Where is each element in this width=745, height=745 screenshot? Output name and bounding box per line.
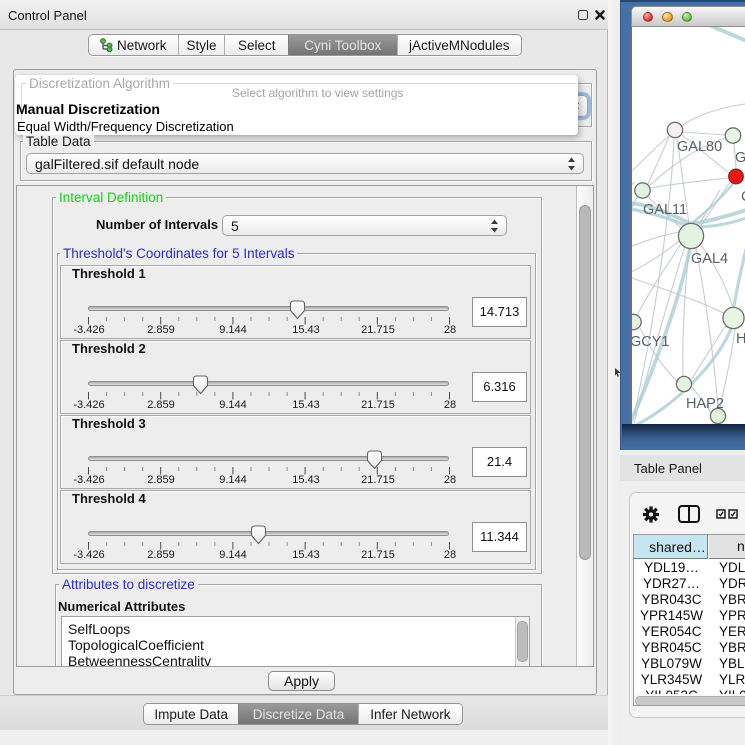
svg-text:C: C: [741, 189, 745, 205]
svg-text:GCY1: GCY1: [632, 334, 670, 350]
svg-text:HAP2: HAP2: [686, 396, 724, 412]
svg-text:H: H: [736, 331, 745, 347]
svg-text:GAL80: GAL80: [677, 139, 722, 155]
svg-text:GAL4: GAL4: [691, 251, 728, 267]
svg-text:GAL11: GAL11: [643, 202, 687, 218]
svg-text:GA: GA: [735, 150, 745, 166]
